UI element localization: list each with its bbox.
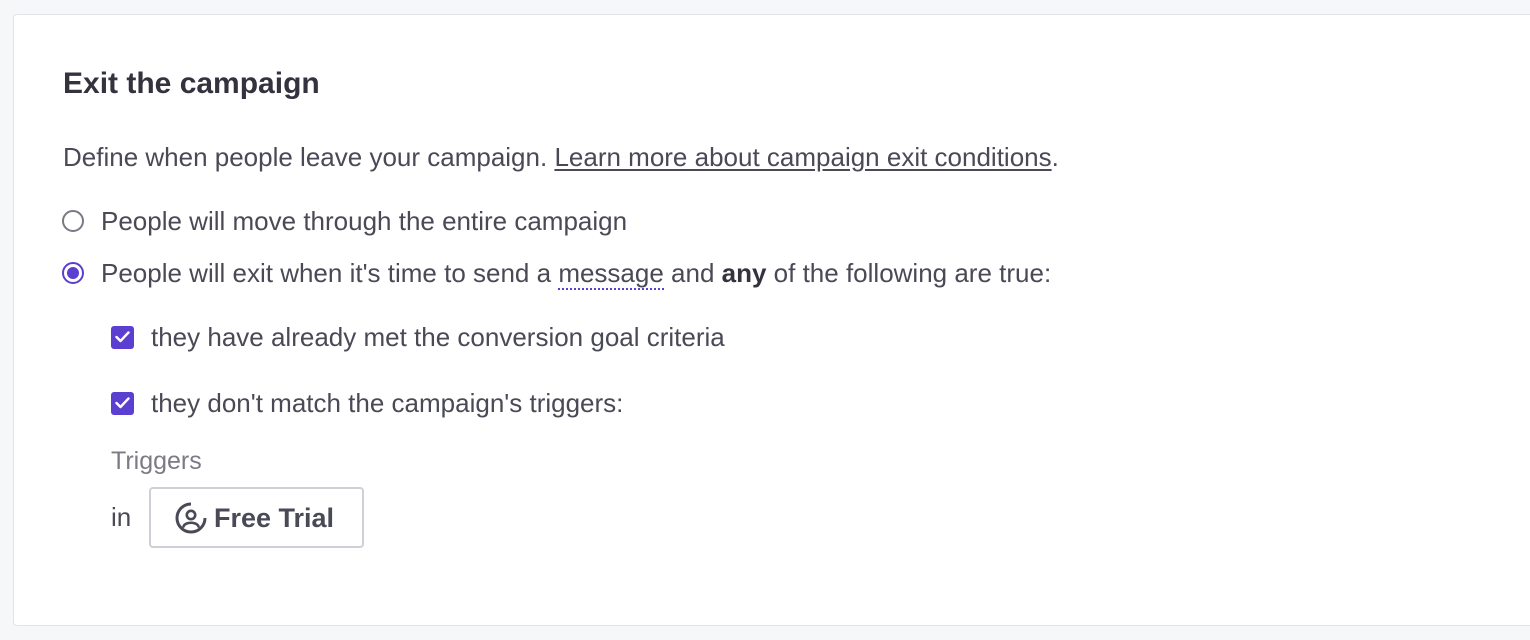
segment-icon bbox=[175, 501, 207, 533]
panel-description: Define when people leave your campaign. … bbox=[63, 138, 1059, 176]
description-period: . bbox=[1051, 142, 1059, 172]
checkmark-icon bbox=[115, 397, 130, 409]
segment-name: Free Trial bbox=[214, 502, 335, 533]
any-emphasis: any bbox=[721, 258, 767, 288]
radio-entire-campaign[interactable] bbox=[62, 210, 84, 232]
triggers-heading: Triggers bbox=[111, 447, 202, 475]
checkbox-triggers-mismatch[interactable] bbox=[111, 391, 134, 415]
exit-campaign-panel: Exit the campaign Define when people lea… bbox=[13, 14, 1530, 626]
condition-conversion-goal[interactable]: they have already met the conversion goa… bbox=[111, 319, 725, 355]
condition-triggers-mismatch-label: they don't match the campaign's triggers… bbox=[151, 388, 624, 418]
exit-when-text-2: and bbox=[663, 258, 722, 288]
radio-exit-when[interactable] bbox=[62, 262, 84, 284]
checkbox-conversion-goal[interactable] bbox=[111, 325, 134, 349]
panel-title: Exit the campaign bbox=[63, 67, 320, 100]
exit-when-text-3: of the following are true: bbox=[766, 258, 1052, 288]
exit-when-text-1: People will exit when it's time to send … bbox=[101, 258, 559, 288]
in-label: in bbox=[111, 502, 132, 532]
condition-triggers-mismatch[interactable]: they don't match the campaign's triggers… bbox=[111, 385, 623, 421]
condition-conversion-goal-label: they have already met the conversion goa… bbox=[151, 322, 725, 352]
description-text: Define when people leave your campaign. bbox=[63, 142, 555, 172]
segment-button-free-trial[interactable]: Free Trial bbox=[149, 487, 364, 548]
message-term[interactable]: message bbox=[558, 258, 664, 290]
option-exit-when-label: People will exit when it's time to send … bbox=[101, 255, 1051, 291]
learn-more-link[interactable]: Learn more about campaign exit condition… bbox=[554, 142, 1051, 172]
option-entire-campaign-label: People will move through the entire camp… bbox=[101, 206, 628, 236]
option-exit-when[interactable]: People will exit when it's time to send … bbox=[62, 255, 1051, 291]
checkmark-icon bbox=[115, 331, 130, 343]
option-entire-campaign[interactable]: People will move through the entire camp… bbox=[62, 203, 627, 239]
